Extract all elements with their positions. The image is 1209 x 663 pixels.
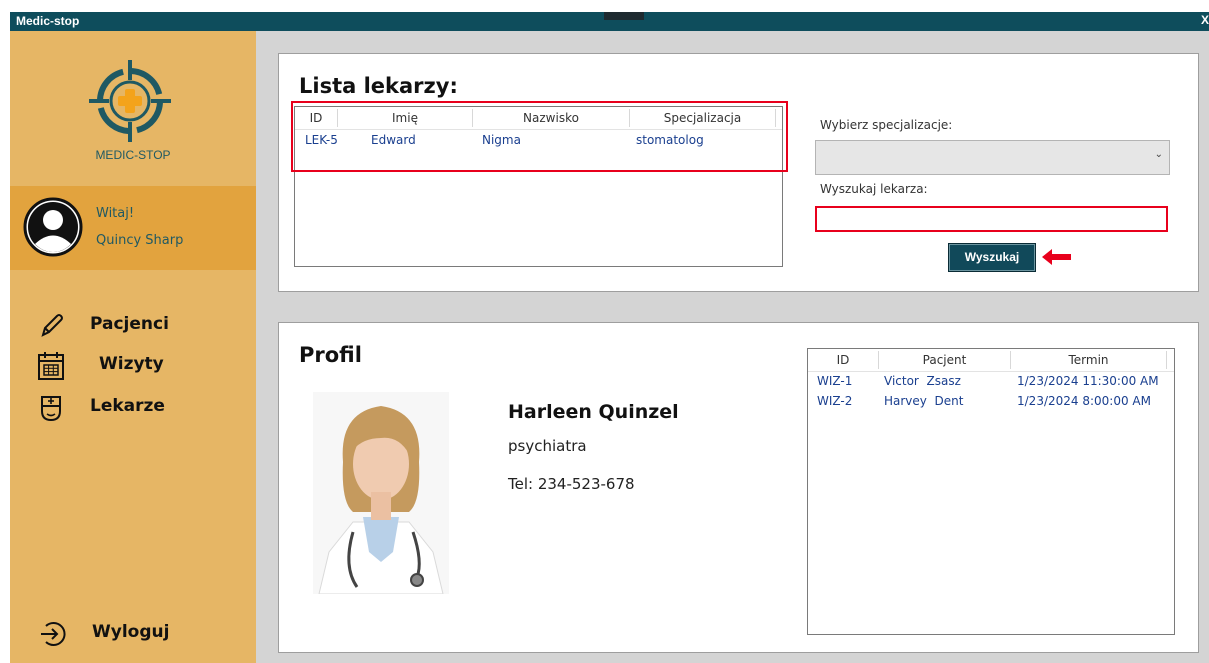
user-name: Quincy Sharp: [96, 233, 184, 248]
specialization-select[interactable]: ⌄: [815, 140, 1170, 175]
logout-button[interactable]: Wyloguj: [10, 617, 256, 649]
search-button[interactable]: Wyszukaj: [948, 243, 1036, 272]
user-avatar-icon: [23, 197, 83, 257]
user-panel: Witaj! Quincy Sharp: [10, 186, 256, 270]
doctors-panel: Lista lekarzy: ID Imię Nazwisko Specjali…: [278, 53, 1199, 292]
profile-panel: Profil Harleen Quinzel psychiatra Tel: 2…: [278, 322, 1199, 653]
nav-item-label: Lekarze: [90, 396, 165, 416]
nav-item-label: Pacjenci: [90, 314, 169, 334]
doctor-name: Harleen Quinzel: [508, 401, 679, 423]
cell-patient: Victor Zsasz: [884, 374, 961, 388]
logo-text: MEDIC-STOP: [95, 148, 171, 162]
cell-date: 1/23/2024 8:00:00 AM: [1017, 394, 1151, 408]
title-bar: Medic-stop X: [10, 12, 1209, 31]
doctors-panel-title: Lista lekarzy:: [299, 74, 458, 98]
window-title: Medic-stop: [16, 14, 80, 28]
visits-table[interactable]: ID Pacjent Termin WIZ-1 Victor Zsasz 1/2…: [807, 348, 1175, 635]
doctor-photo: [313, 392, 449, 594]
column-header-patient[interactable]: Pacjent: [879, 353, 1010, 367]
nav-item-lekarze[interactable]: Lekarze: [10, 391, 256, 423]
calendar-icon: [38, 352, 64, 380]
cell-id: WIZ-1: [817, 374, 853, 388]
table-row[interactable]: WIZ-2 Harvey Dent 1/23/2024 8:00:00 AM: [808, 392, 1174, 412]
nav-item-pacjenci[interactable]: Pacjenci: [10, 309, 256, 341]
logout-label: Wyloguj: [92, 622, 170, 642]
highlight-box-table: [291, 101, 788, 172]
table-header: ID Pacjent Termin: [808, 349, 1174, 372]
doctor-specialization: psychiatra: [508, 437, 587, 455]
nav-item-wizyty[interactable]: Wizyty: [10, 349, 256, 381]
close-button[interactable]: X: [1201, 13, 1209, 27]
medic-stop-logo-icon: [89, 60, 171, 142]
table-row[interactable]: WIZ-1 Victor Zsasz 1/23/2024 11:30:00 AM: [808, 372, 1174, 392]
doctor-phone: Tel: 234-523-678: [508, 475, 635, 493]
pencil-icon: [41, 314, 63, 337]
cell-id: WIZ-2: [817, 394, 853, 408]
doctor-icon: [41, 396, 61, 422]
cell-date: 1/23/2024 11:30:00 AM: [1017, 374, 1159, 388]
search-input[interactable]: [815, 206, 1168, 232]
app-window: MEDIC-STOP Witaj! Quincy Sharp Pacjenci: [10, 31, 1209, 663]
sidebar: MEDIC-STOP Witaj! Quincy Sharp Pacjenci: [10, 31, 256, 663]
column-header-date[interactable]: Termin: [1011, 353, 1166, 367]
search-label: Wyszukaj lekarza:: [820, 182, 928, 196]
red-arrow-left-icon: [1042, 249, 1071, 265]
cell-patient: Harvey Dent: [884, 394, 964, 408]
column-header-id[interactable]: ID: [808, 353, 878, 367]
logout-icon: [41, 622, 66, 646]
profile-panel-title: Profil: [299, 343, 362, 367]
nav-item-label: Wizyty: [99, 354, 164, 374]
chevron-down-icon: ⌄: [1154, 149, 1163, 160]
title-bar-notch: [604, 12, 644, 20]
greeting-text: Witaj!: [96, 206, 135, 221]
specialization-label: Wybierz specjalizacje:: [820, 118, 953, 132]
